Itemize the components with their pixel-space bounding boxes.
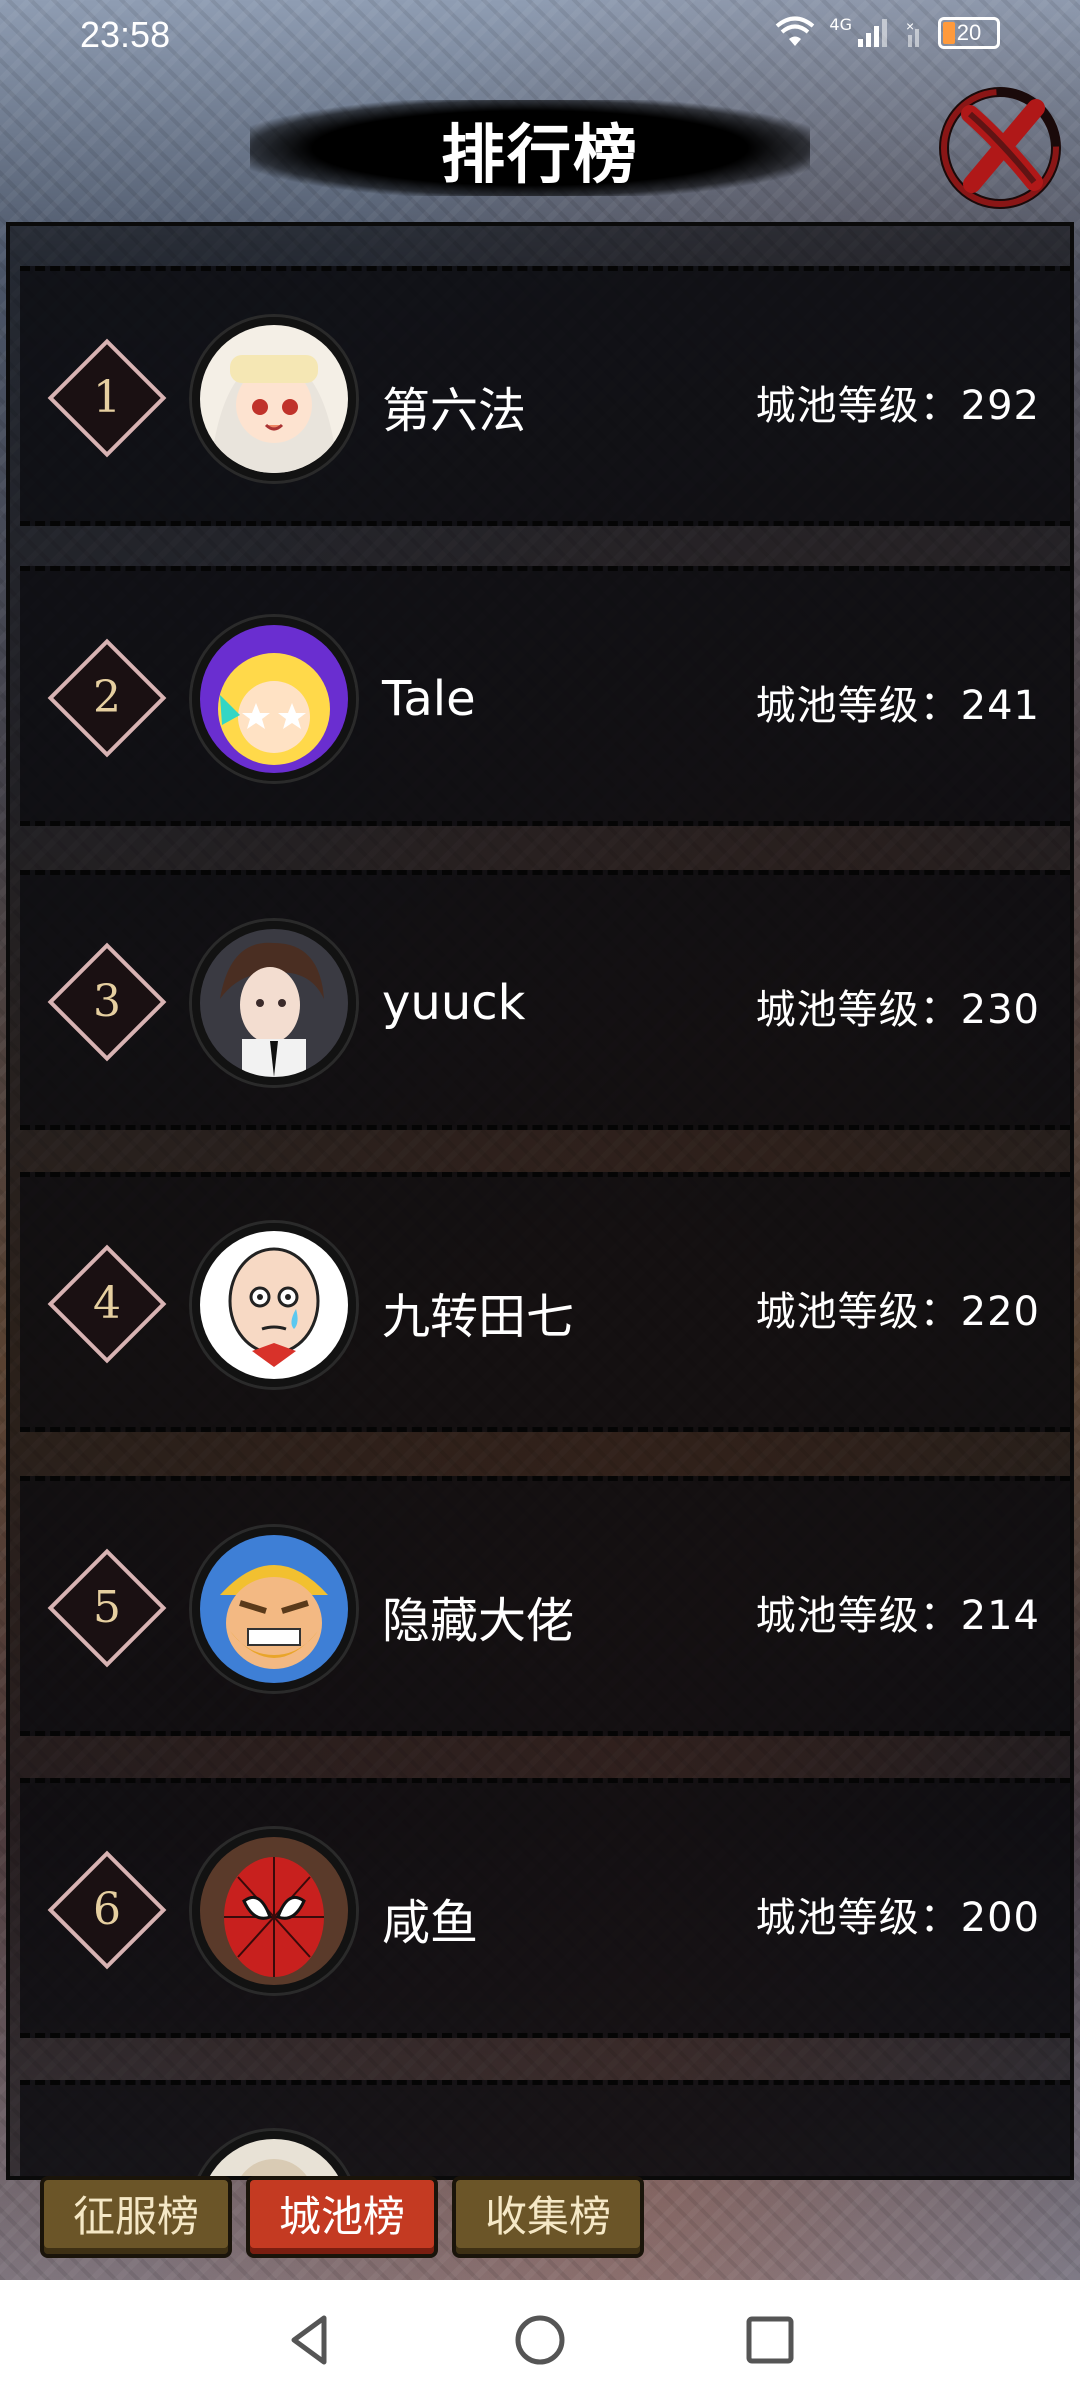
player-name: 咸鱼 — [382, 1895, 479, 1951]
leaderboard-list[interactable]: 1 第六法 城池等级：292 2 Tale 城池等级：241 3 yuuck 城… — [6, 222, 1074, 2180]
tab-city[interactable]: 城池榜 — [246, 2176, 438, 2258]
city-level: 城池等级：200 — [755, 1895, 1040, 1941]
tab-conquest[interactable]: 征服榜 — [40, 2176, 232, 2258]
city-level: 城池等级：214 — [755, 1593, 1040, 1639]
anime-boy-avatar[interactable] — [192, 921, 356, 1085]
player-name: 九转田七 — [382, 1289, 575, 1345]
network-type: 4G — [829, 14, 852, 34]
anime-girl-avatar[interactable] — [192, 317, 356, 481]
page-title: 排行榜 — [441, 119, 639, 193]
leaderboard-row: 1 第六法 城池等级：292 — [20, 266, 1070, 526]
leaderboard-row: 6 咸鱼 城池等级：200 — [20, 1778, 1070, 2038]
home-icon[interactable] — [510, 2310, 570, 2370]
player-name: yuuck — [382, 975, 526, 1031]
rank-number: 5 — [93, 1582, 121, 1633]
city-level: 城池等级：230 — [755, 987, 1040, 1033]
status-icons: 4G × 20 — [775, 14, 1000, 50]
rank-number: 4 — [93, 1278, 121, 1329]
rank-number: 3 — [93, 976, 121, 1027]
ranking-tabs: 征服榜 城池榜 收集榜 — [40, 2176, 644, 2258]
navigation-bar — [0, 2280, 1080, 2400]
wifi-icon — [776, 16, 815, 46]
no-signal-icon: × — [906, 18, 919, 47]
signal-icon — [858, 19, 887, 47]
bald-cartoon-avatar[interactable] — [192, 1223, 356, 1387]
rank-number: 2 — [93, 672, 121, 723]
spider-mask-avatar[interactable] — [192, 1829, 356, 1993]
city-level: 城池等级：220 — [755, 1289, 1040, 1335]
leaderboard-row — [20, 2080, 1070, 2176]
player-name: 隐藏大佬 — [382, 1593, 575, 1649]
rank-number: 6 — [93, 1884, 121, 1935]
svg-text:×: × — [906, 18, 914, 34]
barbarian-avatar[interactable] — [192, 1527, 356, 1691]
player-name: 第六法 — [382, 383, 527, 439]
close-icon[interactable] — [930, 78, 1070, 218]
leaderboard-row: 2 Tale 城池等级：241 — [20, 566, 1070, 826]
status-time: 23:58 — [80, 14, 171, 55]
battery-level: 20 — [956, 20, 982, 45]
leaderboard-row: 4 九转田七 城池等级：220 — [20, 1172, 1070, 1432]
rank-number: 1 — [93, 372, 121, 423]
leaderboard-row: 3 yuuck 城池等级：230 — [20, 870, 1070, 1130]
star-eyes-avatar[interactable] — [192, 617, 356, 781]
status-bar: 23:58 4G × 20 — [0, 0, 1080, 72]
player-name: Tale — [382, 671, 476, 727]
back-icon[interactable] — [280, 2310, 340, 2370]
city-level: 城池等级：292 — [755, 383, 1040, 429]
battery-icon: 20 — [938, 17, 1000, 49]
partial-avatar[interactable] — [192, 2131, 356, 2176]
recents-icon[interactable] — [740, 2310, 800, 2370]
leaderboard-row: 5 隐藏大佬 城池等级：214 — [20, 1476, 1070, 1736]
tab-collection[interactable]: 收集榜 — [452, 2176, 644, 2258]
city-level: 城池等级：241 — [755, 683, 1040, 729]
